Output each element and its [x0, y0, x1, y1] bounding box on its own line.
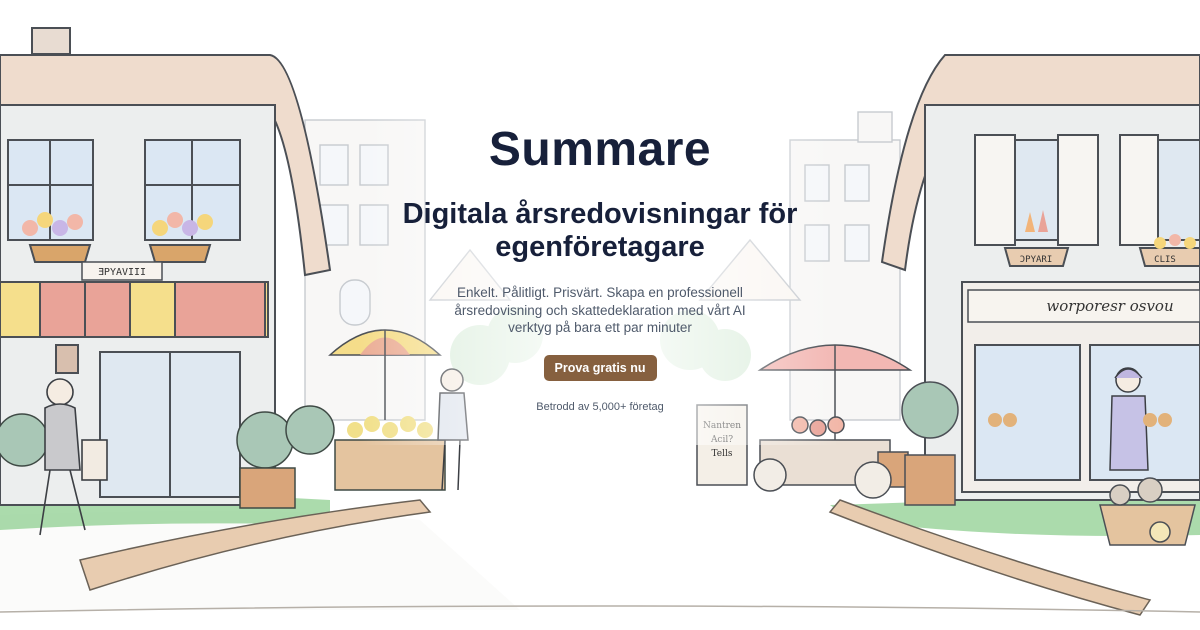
svg-text:worporesr osvou: worporesr osvou	[1046, 297, 1173, 315]
svg-text:CLIS: CLIS	[1154, 255, 1176, 265]
try-free-button[interactable]: Prova gratis nu	[543, 354, 657, 381]
trust-text: Betrodd av 5,000+ företag	[536, 400, 664, 413]
svg-text:ƎPYAVIII: ƎPYAVIII	[98, 267, 146, 278]
hero-subheadline: Enkelt. Pålitligt. Prisvärt. Skapa en pr…	[454, 285, 746, 335]
svg-text:ƆPYARI: ƆPYARI	[1020, 255, 1053, 265]
hero-section: Summare Digitala årsredovisningar för eg…	[300, 120, 900, 413]
svg-text:Tells: Tells	[711, 449, 732, 459]
hero-headline: Digitala årsredovisningar för egenföreta…	[402, 198, 798, 263]
brand-title: Summare	[488, 123, 712, 176]
